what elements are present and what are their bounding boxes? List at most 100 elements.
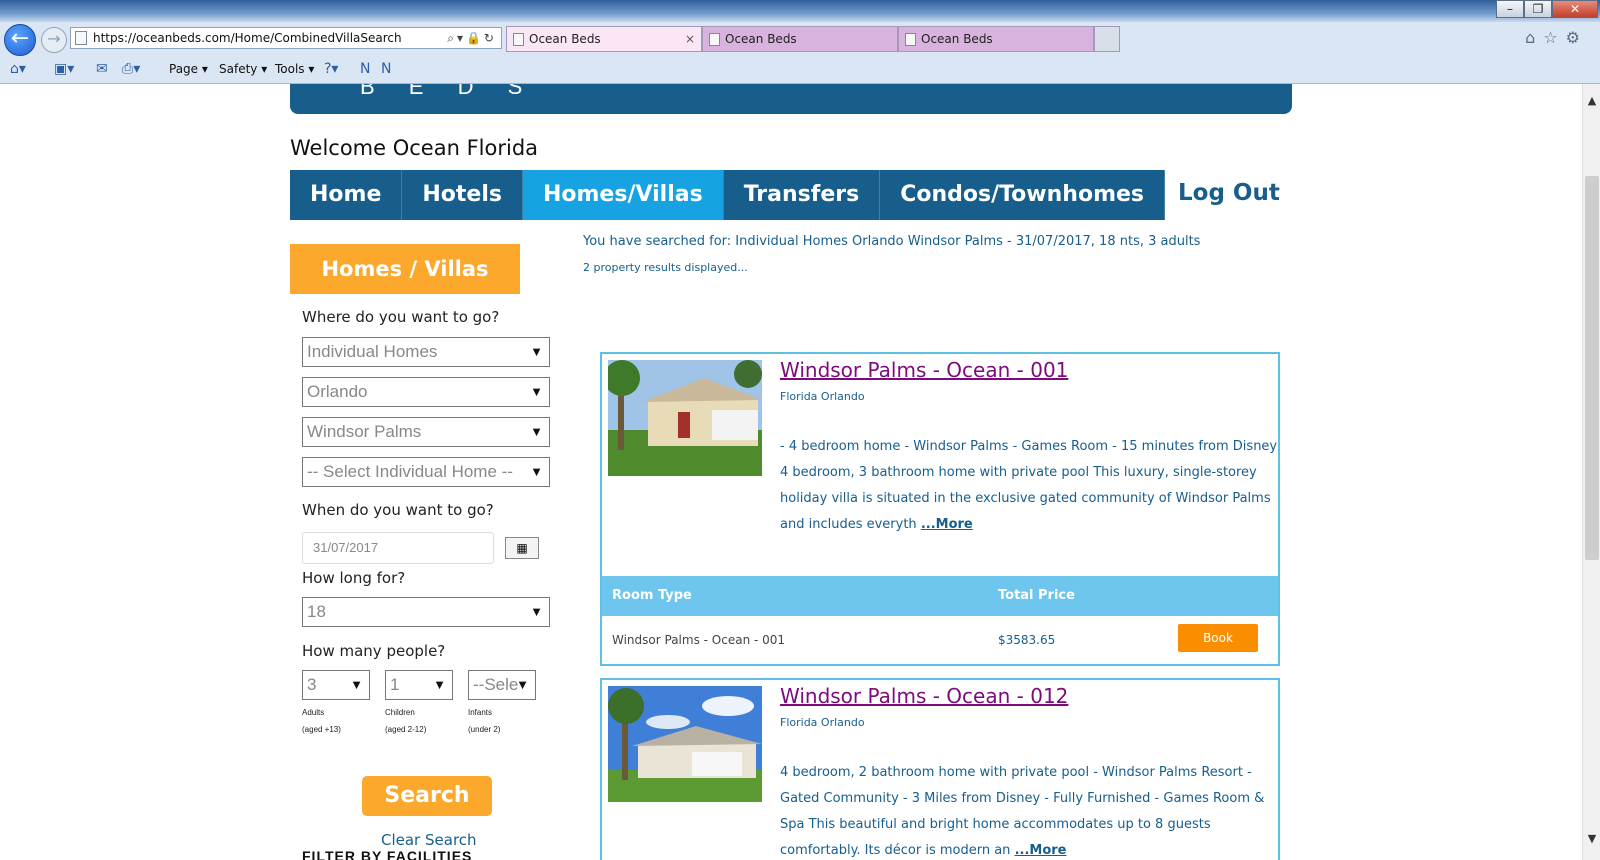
- room-type-header: Room Type: [612, 588, 692, 603]
- nav-transfers[interactable]: Transfers: [724, 170, 881, 220]
- safety-menu[interactable]: Safety ▾: [219, 58, 267, 80]
- nav-condos-townhomes[interactable]: Condos/Townhomes: [880, 170, 1166, 220]
- window-titlebar: – ❐ ✕: [0, 0, 1600, 22]
- children-select[interactable]: 1 ▼: [385, 670, 453, 700]
- chevron-down-icon: ▼: [530, 384, 543, 399]
- help-icon[interactable]: ?▾: [324, 58, 338, 80]
- property-description: 4 bedroom, 2 bathroom home with private …: [780, 765, 1265, 858]
- clear-search-link[interactable]: Clear Search: [381, 831, 477, 849]
- children-caption: Children: [385, 708, 415, 717]
- address-bar[interactable]: https://oceanbeds.com/Home/CombinedVilla…: [70, 27, 502, 49]
- back-arrow-icon[interactable]: ←: [4, 24, 36, 56]
- infants-select[interactable]: --Sele ▼: [468, 670, 536, 700]
- adults-age-caption: (aged +13): [302, 725, 341, 734]
- command-bar: ⌂▾ ▣▾ ✉ ⎙▾ Page ▾ Safety ▾ Tools ▾ ?▾ N …: [0, 58, 1600, 82]
- chevron-down-icon: ▼: [350, 677, 363, 692]
- page-icon: [905, 33, 916, 46]
- welcome-message: Welcome Ocean Florida: [290, 136, 539, 160]
- nav-home[interactable]: Home: [290, 170, 403, 220]
- infants-age-caption: (under 2): [468, 725, 501, 734]
- tab-label: Ocean Beds: [725, 32, 797, 46]
- chevron-down-icon: ▼: [530, 344, 543, 359]
- scroll-thumb[interactable]: [1585, 176, 1599, 560]
- tab-label: Ocean Beds: [529, 32, 601, 46]
- main-nav: Home Hotels Homes/Villas Transfers Condo…: [290, 170, 1166, 220]
- tab-label: Ocean Beds: [921, 32, 993, 46]
- restore-icon[interactable]: ❐: [1524, 0, 1552, 18]
- onenote-icon[interactable]: N: [360, 58, 370, 80]
- more-link[interactable]: ...More: [921, 517, 973, 532]
- nav-homes-villas[interactable]: Homes/Villas: [522, 170, 724, 220]
- tab-ocean-beds-2[interactable]: Ocean Beds: [702, 26, 898, 52]
- site-banner: B E D S: [290, 84, 1292, 114]
- where-label: Where do you want to go?: [302, 308, 500, 326]
- book-button[interactable]: Book: [1178, 624, 1258, 652]
- tab-ocean-beds-3[interactable]: Ocean Beds: [898, 26, 1094, 52]
- scroll-down-icon[interactable]: ▼: [1583, 830, 1600, 848]
- forward-arrow-icon[interactable]: →: [41, 27, 67, 53]
- home-icon[interactable]: ⌂▾: [10, 58, 26, 80]
- onenote-linked-icon[interactable]: N: [381, 58, 391, 80]
- people-label: How many people?: [302, 642, 446, 660]
- minimize-icon[interactable]: –: [1496, 0, 1524, 18]
- scroll-up-icon[interactable]: ▲: [1583, 92, 1600, 110]
- print-icon[interactable]: ⎙▾: [122, 58, 140, 80]
- home-icon[interactable]: ⌂: [1525, 28, 1543, 47]
- tab-close-icon[interactable]: ×: [685, 27, 695, 51]
- room-type-cell: Windsor Palms - Ocean - 001: [612, 633, 786, 647]
- property-location: Florida Orlando: [780, 716, 865, 729]
- chevron-down-icon: ▼: [530, 604, 543, 619]
- search-summary: You have searched for: Individual Homes …: [583, 234, 1201, 249]
- rooms-table-header: Room Type Total Price: [602, 576, 1278, 616]
- logout-link[interactable]: Log Out: [1178, 180, 1280, 206]
- vertical-scrollbar[interactable]: ▲ ▼: [1582, 84, 1600, 860]
- results-count: 2 property results displayed...: [583, 261, 748, 274]
- howlong-label: How long for?: [302, 569, 406, 587]
- total-price-cell: $3583.65: [998, 633, 1056, 647]
- more-link[interactable]: ...More: [1015, 843, 1067, 858]
- property-card: Windsor Palms - Ocean - 012 Florida Orla…: [600, 678, 1280, 860]
- children-age-caption: (aged 2-12): [385, 725, 427, 734]
- property-photo[interactable]: [608, 360, 762, 476]
- page-icon: [709, 33, 720, 46]
- nights-select[interactable]: 18 ▼: [302, 597, 550, 627]
- adults-select[interactable]: 3 ▼: [302, 670, 370, 700]
- tab-ocean-beds-active[interactable]: Ocean Beds ×: [506, 26, 702, 52]
- property-type-select[interactable]: Individual Homes ▼: [302, 337, 550, 367]
- page-icon: [75, 31, 87, 45]
- resort-select[interactable]: Windsor Palms ▼: [302, 417, 550, 447]
- nav-hotels[interactable]: Hotels: [402, 170, 523, 220]
- favorites-star-icon[interactable]: ☆: [1543, 28, 1565, 47]
- property-title-link[interactable]: Windsor Palms - Ocean - 001: [780, 358, 1068, 382]
- calendar-icon[interactable]: ▦: [505, 537, 539, 559]
- city-select[interactable]: Orlando ▼: [302, 377, 550, 407]
- page-menu[interactable]: Page ▾: [169, 58, 208, 80]
- when-label: When do you want to go?: [302, 501, 494, 519]
- tools-menu[interactable]: Tools ▾: [275, 58, 314, 80]
- chevron-down-icon: ▼: [516, 677, 529, 692]
- property-location: Florida Orlando: [780, 390, 865, 403]
- adults-caption: Adults: [302, 708, 325, 717]
- logo-text: B E D S: [360, 84, 537, 99]
- settings-gear-icon[interactable]: ⚙: [1566, 28, 1588, 47]
- new-tab-button[interactable]: [1094, 26, 1120, 52]
- address-tools-icons[interactable]: ⌕▾🔒↻: [447, 28, 497, 48]
- address-url: https://oceanbeds.com/Home/CombinedVilla…: [93, 31, 402, 45]
- filter-by-facilities-heading: FILTER BY FACILITIES: [302, 848, 473, 860]
- total-price-header: Total Price: [998, 588, 1075, 603]
- mail-icon[interactable]: ✉: [96, 58, 108, 80]
- window-controls: – ❐ ✕: [1496, 0, 1598, 18]
- property-card: Windsor Palms - Ocean - 001 Florida Orla…: [600, 352, 1280, 666]
- sidebar-header: Homes / Villas: [290, 244, 520, 294]
- page-viewport: B E D S Welcome Ocean Florida Home Hotel…: [0, 84, 1582, 860]
- close-window-icon[interactable]: ✕: [1552, 0, 1598, 18]
- property-title-link[interactable]: Windsor Palms - Ocean - 012: [780, 684, 1068, 708]
- feeds-icon[interactable]: ▣▾: [54, 58, 74, 80]
- date-input[interactable]: 31/07/2017: [302, 532, 494, 564]
- individual-home-select[interactable]: -- Select Individual Home -- ▼: [302, 457, 550, 487]
- property-photo[interactable]: [608, 686, 762, 802]
- infants-caption: Infants: [468, 708, 493, 717]
- table-row: Windsor Palms - Ocean - 001 $3583.65 Boo…: [602, 616, 1278, 664]
- browser-toolbar-icons: ⌂☆⚙: [1525, 28, 1588, 47]
- search-button[interactable]: Search: [362, 776, 492, 816]
